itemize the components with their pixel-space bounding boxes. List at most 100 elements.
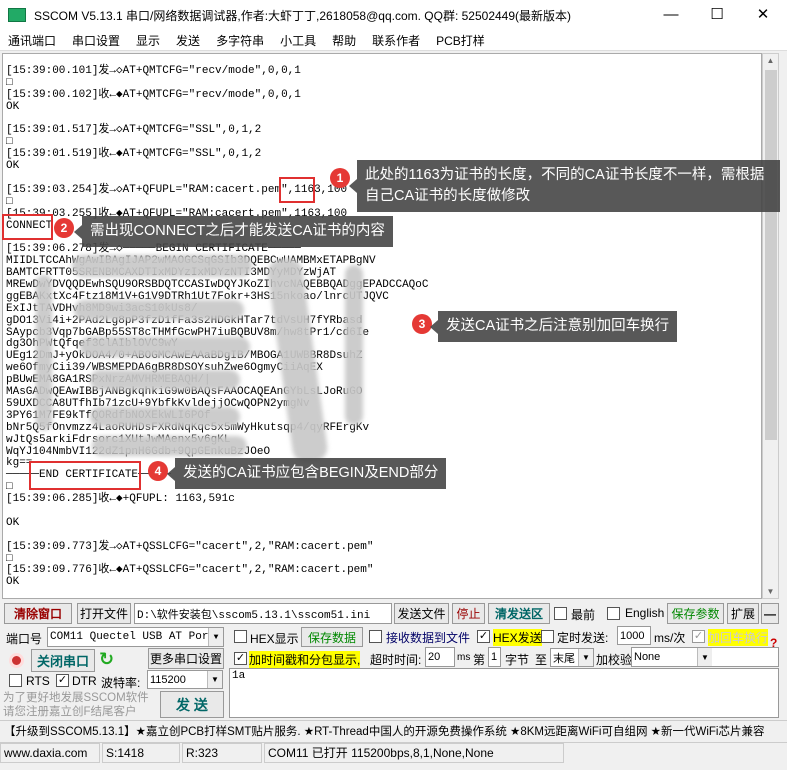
timeout-input[interactable]: 20 (425, 647, 455, 667)
callout-2: 需出现CONNECT之后才能发送CA证书的内容 (74, 216, 393, 247)
checksum-value: None (634, 651, 661, 663)
rts-checkbox[interactable] (9, 674, 22, 687)
hex-display-label: HEX显示 (250, 632, 299, 646)
save-params-button[interactable]: 保存参数 (667, 603, 724, 624)
dtr-checkbox[interactable]: ✓ (56, 674, 69, 687)
baud-label: 波特率: (101, 676, 141, 690)
menu-multi-string[interactable]: 多字符串 (208, 32, 272, 49)
refresh-icon[interactable]: ↻ (99, 649, 114, 670)
baud-value: 115200 (150, 673, 186, 686)
callout-number-4: 4 (148, 461, 168, 481)
scroll-down-icon[interactable]: ▼ (763, 587, 778, 596)
scroll-up-icon[interactable]: ▲ (763, 56, 778, 65)
app-logo-icon (8, 8, 26, 22)
collapse-button[interactable]: — (761, 603, 779, 624)
chevron-down-icon[interactable]: ▼ (207, 671, 222, 688)
menu-help[interactable]: 帮助 (324, 32, 364, 49)
file-path-input[interactable]: D:\软件安装包\sscom5.13.1\sscom51.ini (134, 603, 392, 624)
stop-button[interactable]: 停止 (452, 603, 485, 624)
chevron-down-icon[interactable]: ▼ (578, 649, 593, 666)
end-cert-highlight-box (29, 461, 141, 490)
sent-count: S:1418 (102, 743, 180, 763)
byte-from-input[interactable]: 1 (488, 647, 501, 667)
redaction-blur (72, 255, 252, 277)
send-file-button[interactable]: 发送文件 (394, 603, 449, 624)
checksum-select[interactable]: None ▼ (631, 647, 779, 667)
port-select[interactable]: COM11 Quectel USB AT Port ▼ (47, 627, 224, 647)
log-line: [15:39:06.285]收←◆+QFUPL: 1163,591c (6, 493, 235, 506)
open-file-button[interactable]: 打开文件 (77, 603, 131, 624)
hex-send-label: HEX发送 (493, 629, 542, 646)
interval-input[interactable]: 1000 (617, 626, 651, 645)
timeout-unit: ms (457, 652, 471, 663)
hex-display-checkbox[interactable] (234, 630, 247, 643)
callout-4: 发送的CA证书应包含BEGIN及END部分 (166, 458, 447, 489)
received-count: R:323 (182, 743, 262, 763)
window-title: SSCOM V5.13.1 串口/网络数据调试器,作者:大虾丁丁,2618058… (34, 8, 572, 23)
menu-display[interactable]: 显示 (128, 32, 168, 49)
close-button[interactable]: ✕ (740, 0, 786, 30)
save-data-button[interactable]: 保存数据 (301, 627, 363, 647)
log-scrollbar[interactable]: ▲ ▼ (762, 53, 779, 599)
menu-serial-settings[interactable]: 串口设置 (64, 32, 128, 49)
clear-window-button[interactable]: 清除窗口 (4, 603, 72, 624)
rts-label: RTS (26, 674, 50, 688)
baud-select[interactable]: 115200 ▼ (147, 670, 223, 689)
redaction-blur (90, 370, 240, 390)
log-line: OK (6, 100, 20, 113)
to-label: 至 (535, 653, 548, 667)
recv-to-file-label: 接收数据到文件 (386, 631, 471, 645)
chevron-down-icon[interactable]: ▼ (208, 628, 223, 646)
callout-number-1: 1 (330, 168, 350, 188)
log-line: OK (6, 516, 20, 529)
port-value: COM11 Quectel USB AT Port (50, 631, 216, 643)
send-button[interactable]: 发 送 (160, 691, 224, 718)
add-crlf-label: 加回车换行 (708, 629, 769, 646)
timed-send-checkbox[interactable] (541, 630, 554, 643)
redaction-blur (90, 407, 240, 427)
log-line: [15:39:09.773]发→◇AT+QSSLCFG="cacert",2,"… (6, 540, 374, 553)
topmost-label: 最前 (571, 608, 596, 622)
menu-pcb[interactable]: PCB打样 (428, 32, 493, 49)
timestamp-checkbox[interactable]: ✓ (234, 652, 247, 665)
callout-1: 此处的1163为证书的长度，不同的CA证书长度不一样，需根据自己CA证书的长度做… (349, 160, 780, 212)
scroll-thumb[interactable] (765, 70, 777, 440)
nth-label: 第 (473, 653, 486, 667)
menu-send[interactable]: 发送 (168, 32, 208, 49)
website-link[interactable]: www.daxia.com (0, 743, 100, 763)
hex-send-checkbox[interactable]: ✓ (477, 630, 490, 643)
chevron-down-icon[interactable]: ▼ (697, 648, 712, 666)
minimize-button[interactable]: — (648, 0, 694, 30)
recv-to-file-checkbox[interactable] (369, 630, 382, 643)
menu-tools[interactable]: 小工具 (272, 32, 324, 49)
more-serial-settings-button[interactable]: 更多串口设置 (148, 648, 224, 669)
log-line: [15:39:09.776]收←◆AT+QSSLCFG="cacert",2,"… (6, 564, 374, 577)
log-line: [15:39:00.101]发→◇AT+QMTCFG="recv/mode",0… (6, 65, 301, 77)
end-value: 末尾 (553, 652, 575, 665)
clear-send-button[interactable]: 清发送区 (488, 603, 550, 624)
timeout-label: 超时时间: (370, 653, 422, 667)
add-crlf-checkbox[interactable]: ✓ (692, 630, 705, 643)
connect-highlight-box (2, 214, 53, 240)
ad-ticker[interactable]: 【升级到SSCOM5.13.1】★嘉立创PCB打样SMT贴片服务. ★RT-Th… (0, 720, 787, 742)
topmost-checkbox[interactable] (554, 607, 567, 620)
maximize-button[interactable]: ☐ (694, 0, 740, 30)
menu-contact[interactable]: 联系作者 (364, 32, 428, 49)
english-label: English (625, 606, 665, 620)
log-line: [15:39:00.102]收←◆AT+QMTCFG="recv/mode",0… (6, 88, 301, 101)
end-select[interactable]: 末尾 ▼ (550, 648, 594, 667)
redaction-blur (92, 436, 247, 456)
menu-comm-port[interactable]: 通讯端口 (0, 32, 64, 49)
port-label: 端口号 (6, 632, 43, 646)
send-text-area[interactable]: 1a (229, 668, 779, 718)
checksum-label: 加校验 (596, 653, 633, 667)
promo-text: 为了更好地发展SSCOM软件 请您注册嘉立创F结尾客户 (3, 692, 149, 718)
expand-button[interactable]: 扩展 (727, 603, 759, 624)
close-port-button[interactable]: 关闭串口 (31, 649, 95, 672)
log-line: OK (6, 576, 20, 589)
english-checkbox[interactable] (607, 607, 620, 620)
title-bar: SSCOM V5.13.1 串口/网络数据调试器,作者:大虾丁丁,2618058… (0, 0, 787, 30)
log-line: □ (6, 76, 13, 89)
redaction-blur (80, 337, 250, 357)
